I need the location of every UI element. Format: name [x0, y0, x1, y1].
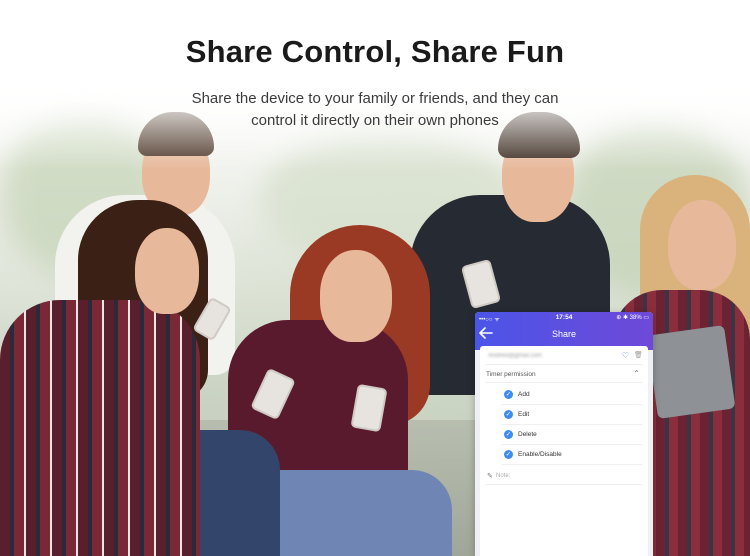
permission-option-label: Delete [518, 431, 537, 438]
page-title: Share Control, Share Fun [185, 34, 565, 69]
permission-option-label: Enable/Disable [518, 451, 562, 458]
share-card: Andrew@gmail.com ♡ 🗑 Timer permission ⌃ … [480, 346, 648, 556]
battery-indicator: ⊕ ✱ 38% ▭ [616, 315, 649, 321]
nav-bar: Share [475, 324, 653, 348]
app-header: •••○○ ᯤ 17:54 ⊕ ✱ 38% ▭ Share [475, 312, 653, 350]
permission-option-add[interactable]: ✓ Add [502, 386, 642, 405]
note-label: Note: [496, 473, 511, 479]
trash-icon[interactable]: 🗑 [634, 352, 643, 360]
check-icon[interactable]: ✓ [504, 410, 513, 419]
check-icon[interactable]: ✓ [504, 430, 513, 439]
permission-option-enable-disable[interactable]: ✓ Enable/Disable [502, 446, 642, 465]
permission-option-edit[interactable]: ✓ Edit [502, 406, 642, 425]
timer-permission-header[interactable]: Timer permission ⌃ [486, 368, 642, 383]
check-icon[interactable]: ✓ [504, 390, 513, 399]
chevron-up-icon[interactable]: ⌃ [633, 369, 640, 378]
permission-option-label: Edit [518, 411, 530, 418]
permission-option-label: Add [518, 391, 530, 398]
check-icon[interactable]: ✓ [504, 450, 513, 459]
pencil-icon: ✎ [487, 473, 493, 480]
header-area: Share Control, Share Fun Share the devic… [0, 0, 750, 170]
tablet [646, 324, 736, 420]
shared-user-row[interactable]: Andrew@gmail.com ♡ 🗑 [486, 350, 643, 365]
phone-screen: •••○○ ᯤ 17:54 ⊕ ✱ 38% ▭ Share Andrew@gma… [475, 312, 653, 556]
nav-title: Share [551, 329, 577, 339]
page-subtitle: Share the device to your family or frien… [0, 88, 750, 132]
subtitle-line-1: Share the device to your family or frien… [191, 90, 559, 107]
timer-permission-label: Timer permission [486, 371, 536, 378]
subtitle-line-2: control it directly on their own phones [251, 112, 499, 129]
permission-option-delete[interactable]: ✓ Delete [502, 426, 642, 445]
heart-icon[interactable]: ♡ [622, 352, 630, 360]
shared-user-email: Andrew@gmail.com [488, 353, 542, 359]
note-field[interactable]: ✎ Note: [486, 470, 642, 485]
status-bar: •••○○ ᯤ 17:54 ⊕ ✱ 38% ▭ [479, 313, 649, 323]
